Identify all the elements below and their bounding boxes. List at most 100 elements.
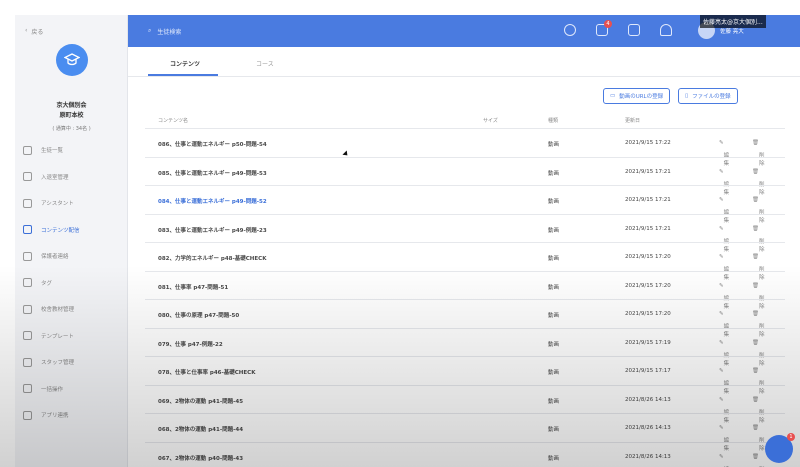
edit-button[interactable]: ✎ 編集 [719,311,729,338]
sidebar-item-students[interactable]: 生徒一覧 [15,137,128,164]
content-name[interactable]: 081、仕事率 p47-問題-51 [158,283,228,291]
table-row[interactable]: 086、仕事と運動エネルギー p50-問題-54 動画 2021/9/15 17:2… [145,128,785,167]
edit-button[interactable]: ✎ 編集 [719,425,729,452]
video-overlay-label: 佐藤亮太@京大個別... [700,15,766,28]
button-label: ファイルの登録 [692,94,731,100]
header-type[interactable]: 種類 [548,117,558,124]
support-chat-button[interactable]: 1 [765,433,795,463]
content-name[interactable]: 084、仕事と運動エネルギー p49-問題-52 [158,197,267,205]
table-row[interactable]: 085、仕事と運動エネルギー p49-問題-53 動画 2021/9/15 17:2… [145,156,785,196]
chat-icon[interactable] [628,24,640,36]
edit-button[interactable]: ✎ 編集 [719,197,729,224]
delete-button[interactable]: 🗑 削除 [752,425,765,452]
sidebar-item-guardians[interactable]: 保護者連絡 [15,243,128,270]
table-row[interactable]: 081、仕事率 p47-問題-51 動画 2021/9/15 17:20 ✎ 編集 🗑 … [145,270,785,310]
file-icon: ▯ [685,93,689,99]
delete-button[interactable]: 🗑 削除 [752,397,765,424]
edit-button[interactable]: ✎ 編集 [719,454,729,467]
content-name[interactable]: 069、2物体の運動 p41-問題-45 [158,397,243,405]
delete-button[interactable]: 🗑 削除 [752,311,765,338]
edit-button[interactable]: ✎ 編集 [719,397,729,424]
content-type: 動画 [548,142,560,148]
content-name[interactable]: 067、2物体の運動 p40-問題-43 [158,454,243,462]
add-video-url-button[interactable]: ▭ 動画のURLの登録 [603,88,671,104]
staff-icon [23,357,32,367]
table-row[interactable]: 080、仕事の原理 p47-問題-50 動画 2021/9/15 17:20 ✎ 編集… [145,299,785,338]
book-icon [23,304,32,314]
sidebar-nav: 生徒一覧 入退室管理 アシスタント コンテンツ配信 保護者連絡 タグ 校舎教材管… [15,137,128,429]
table-row[interactable]: 078、仕事と仕事率 p46-基礎CHECK 動画 2021/9/15 17:17 ✎… [145,356,785,395]
user-name[interactable]: 佐藤 亮大 [720,27,744,35]
edit-button[interactable]: ✎ 編集 [719,283,729,310]
monitor-icon [23,225,32,235]
sidebar-item-label: スタッフ管理 [41,360,75,367]
people-icon[interactable] [564,24,576,36]
tab-courses[interactable]: コース [256,59,274,68]
delete-button[interactable]: 🗑 削除 [752,140,765,167]
content-name[interactable]: 079、仕事 p47-例題-22 [158,340,223,348]
sidebar-item-apps[interactable]: アプリ連携 [15,402,128,429]
app-icon [23,410,32,420]
content-type: 動画 [548,313,560,319]
bell-icon[interactable] [660,24,672,36]
edit-button[interactable]: ✎ 編集 [719,254,729,281]
search-input[interactable]: ⌕ 生徒検索 [148,15,181,47]
header-name[interactable]: コンテンツ名 [158,117,188,124]
content-name[interactable]: 078、仕事と仕事率 p46-基礎CHECK [158,368,255,376]
add-file-button[interactable]: ▯ ファイルの登録 [678,88,738,104]
content-name[interactable]: 083、仕事と運動エネルギー p49-例題-23 [158,226,267,234]
content-updated: 2021/9/15 17:21 [625,225,671,232]
content-updated: 2021/9/15 17:20 [625,282,671,289]
graduation-cap-icon [64,53,80,66]
content-updated: 2021/9/15 17:19 [625,339,671,346]
table-row[interactable]: 069、2物体の運動 p41-問題-45 動画 2021/8/26 14:13 ✎ 編… [145,384,785,424]
door-icon [23,172,32,182]
sidebar-item-batch[interactable]: 一括操作 [15,376,128,403]
table-row[interactable]: 084、仕事と運動エネルギー p49-問題-52 動画 2021/9/15 17:2… [145,185,785,224]
table-row[interactable]: 083、仕事と運動エネルギー p49-例題-23 動画 2021/9/15 17:2… [145,213,785,253]
edit-button[interactable]: ✎ 編集 [719,340,729,367]
sidebar-item-label: コンテンツ配信 [41,227,80,234]
sidebar-item-assistant[interactable]: アシスタント [15,190,128,217]
delete-button[interactable]: 🗑 削除 [752,454,765,467]
search-icon: ⌕ [148,27,152,34]
content-type: 動画 [548,398,560,405]
sidebar-item-label: 入退室管理 [41,174,69,181]
delete-button[interactable]: 🗑 削除 [752,197,765,224]
delete-button[interactable]: 🗑 削除 [752,340,765,367]
people-icon [23,251,32,261]
content-name[interactable]: 086、仕事と運動エネルギー p50-問題-54 [158,140,267,148]
content-name[interactable]: 085、仕事と運動エネルギー p49-問題-53 [158,169,267,177]
table-row[interactable]: 068、2物体の運動 p41-問題-44 動画 2021/8/26 14:13 ✎ 編… [145,413,785,452]
delete-button[interactable]: 🗑 削除 [752,254,765,281]
content-name[interactable]: 068、2物体の運動 p41-問題-44 [158,425,243,433]
delete-button[interactable]: 🗑 削除 [752,169,765,196]
notification-icon[interactable]: 4 [596,20,612,36]
sidebar-item-attendance[interactable]: 入退室管理 [15,164,128,191]
table-row[interactable]: 079、仕事 p47-例題-22 動画 2021/9/15 17:19 ✎ 編集 🗑 削… [145,327,785,367]
edit-button[interactable]: ✎ 編集 [719,368,729,395]
delete-button[interactable]: 🗑 削除 [752,226,765,253]
header-updated[interactable]: 更新日 [625,117,640,124]
table-row[interactable]: 082、力学的エネルギー p48-基礎CHECK 動画 2021/9/15 17:2… [145,242,785,281]
table-row[interactable]: 067、2物体の運動 p40-問題-43 動画 2021/8/26 14:13 ✎ 編… [145,441,785,467]
sidebar-item-label: 一括操作 [41,386,64,393]
sidebar-item-tags[interactable]: タグ [15,270,128,297]
header-size[interactable]: サイズ [483,117,498,124]
content-name[interactable]: 082、力学的エネルギー p48-基礎CHECK [158,254,266,262]
content-type: 動画 [548,341,560,348]
school-info: 京大個別会 原町本校 ( 通算中 : 34名 ) [15,101,128,134]
delete-button[interactable]: 🗑 削除 [752,283,765,310]
content-name[interactable]: 080、仕事の原理 p47-問題-50 [158,311,239,319]
sidebar-item-materials[interactable]: 校舎教材管理 [15,296,128,323]
sidebar-item-staff[interactable]: スタッフ管理 [15,349,128,376]
delete-button[interactable]: 🗑 削除 [752,368,765,395]
sidebar-item-templates[interactable]: テンプレート [15,323,128,350]
edit-button[interactable]: ✎ 編集 [719,140,729,167]
edit-button[interactable]: ✎ 編集 [719,169,729,196]
edit-button[interactable]: ✎ 編集 [719,226,729,253]
tab-contents[interactable]: コンテンツ [170,59,200,68]
back-link[interactable]: ‹ 戻る [25,27,43,36]
sidebar-item-content[interactable]: コンテンツ配信 [15,217,128,244]
video-icon: ▭ [610,93,616,99]
